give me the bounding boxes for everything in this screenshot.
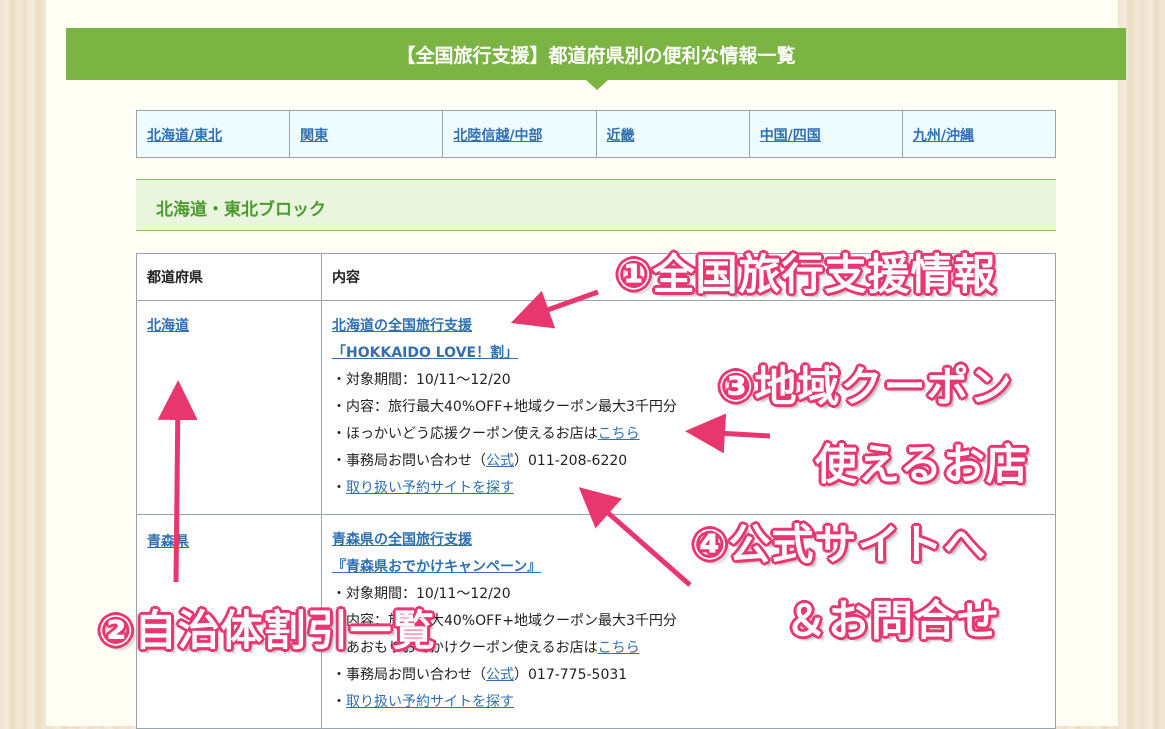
booking-site-link[interactable]: 取り扱い予約サイトを探す — [346, 694, 514, 710]
region-kyushu-okinawa: 九州/沖縄 — [903, 111, 1055, 157]
page-banner: 【全国旅行支援】都道府県別の便利な情報一覧 — [66, 28, 1126, 80]
region-link-kyushu-okinawa[interactable]: 九州/沖縄 — [913, 128, 974, 144]
travel-support-link[interactable]: 北海道の全国旅行支援 — [332, 313, 1045, 340]
header-prefecture: 都道府県 — [136, 253, 322, 301]
booking-prefix: ・ — [332, 694, 346, 710]
region-kinki: 近畿 — [597, 111, 750, 157]
shops-link[interactable]: こちら — [598, 426, 640, 442]
annotation-1: ①全国旅行支援情報 — [616, 250, 997, 299]
region-nav: 北海道/東北 関東 北陸信越/中部 近畿 中国/四国 九州/沖縄 — [136, 110, 1056, 158]
region-link-kanto[interactable]: 関東 — [300, 128, 328, 144]
official-link[interactable]: 公式 — [486, 453, 514, 469]
shops-text: ・ほっかいどう応援クーポン使えるお店は — [332, 426, 598, 442]
prefecture-table: 都道府県 内容 北海道 北海道の全国旅行支援 「HOKKAIDO LOVE！割」… — [136, 253, 1056, 729]
annotation-4-line1: ④公式サイトへ — [692, 520, 987, 569]
region-link-hokuriku-chubu[interactable]: 北陸信越/中部 — [453, 128, 542, 144]
region-link-hokkaido-tohoku[interactable]: 北海道/東北 — [147, 128, 222, 144]
banner-title: 【全国旅行支援】都道府県別の便利な情報一覧 — [396, 44, 796, 67]
annotation-3-line1: ③地域クーポン — [718, 362, 1013, 411]
prefecture-cell: 北海道 — [136, 300, 322, 515]
prefecture-link-aomori[interactable]: 青森県 — [147, 534, 189, 550]
annotation-2: ②自治体割引一覧 — [98, 606, 436, 655]
contact-phone: ）017-775-5031 — [514, 667, 628, 683]
region-hokuriku-chubu: 北陸信越/中部 — [443, 111, 597, 157]
annotation-3-line2: 使えるお店 — [815, 440, 1029, 489]
block-heading-text: 北海道・東北ブロック — [156, 200, 326, 220]
contact-prefix: ・事務局お問い合わせ（ — [332, 453, 486, 469]
contact-prefix: ・事務局お問い合わせ（ — [332, 667, 486, 683]
booking-site-link[interactable]: 取り扱い予約サイトを探す — [346, 480, 514, 496]
region-link-chugoku-shikoku[interactable]: 中国/四国 — [760, 128, 821, 144]
booking-line: ・取り扱い予約サイトを探す — [332, 689, 1045, 716]
contact-phone: ）011-208-6220 — [514, 453, 628, 469]
region-chugoku-shikoku: 中国/四国 — [750, 111, 903, 157]
shops-link[interactable]: こちら — [598, 640, 640, 656]
block-heading: 北海道・東北ブロック — [136, 179, 1056, 231]
prefecture-link-hokkaido[interactable]: 北海道 — [147, 318, 189, 334]
banner-arrow — [586, 80, 608, 90]
contact-line: ・事務局お問い合わせ（公式）017-775-5031 — [332, 662, 1045, 689]
booking-prefix: ・ — [332, 480, 346, 496]
region-hokkaido-tohoku: 北海道/東北 — [137, 111, 291, 157]
region-kanto: 関東 — [290, 111, 444, 157]
region-link-kinki[interactable]: 近畿 — [607, 128, 635, 144]
annotation-4-line2: ＆お問合せ — [785, 596, 1001, 645]
official-link[interactable]: 公式 — [486, 667, 514, 683]
